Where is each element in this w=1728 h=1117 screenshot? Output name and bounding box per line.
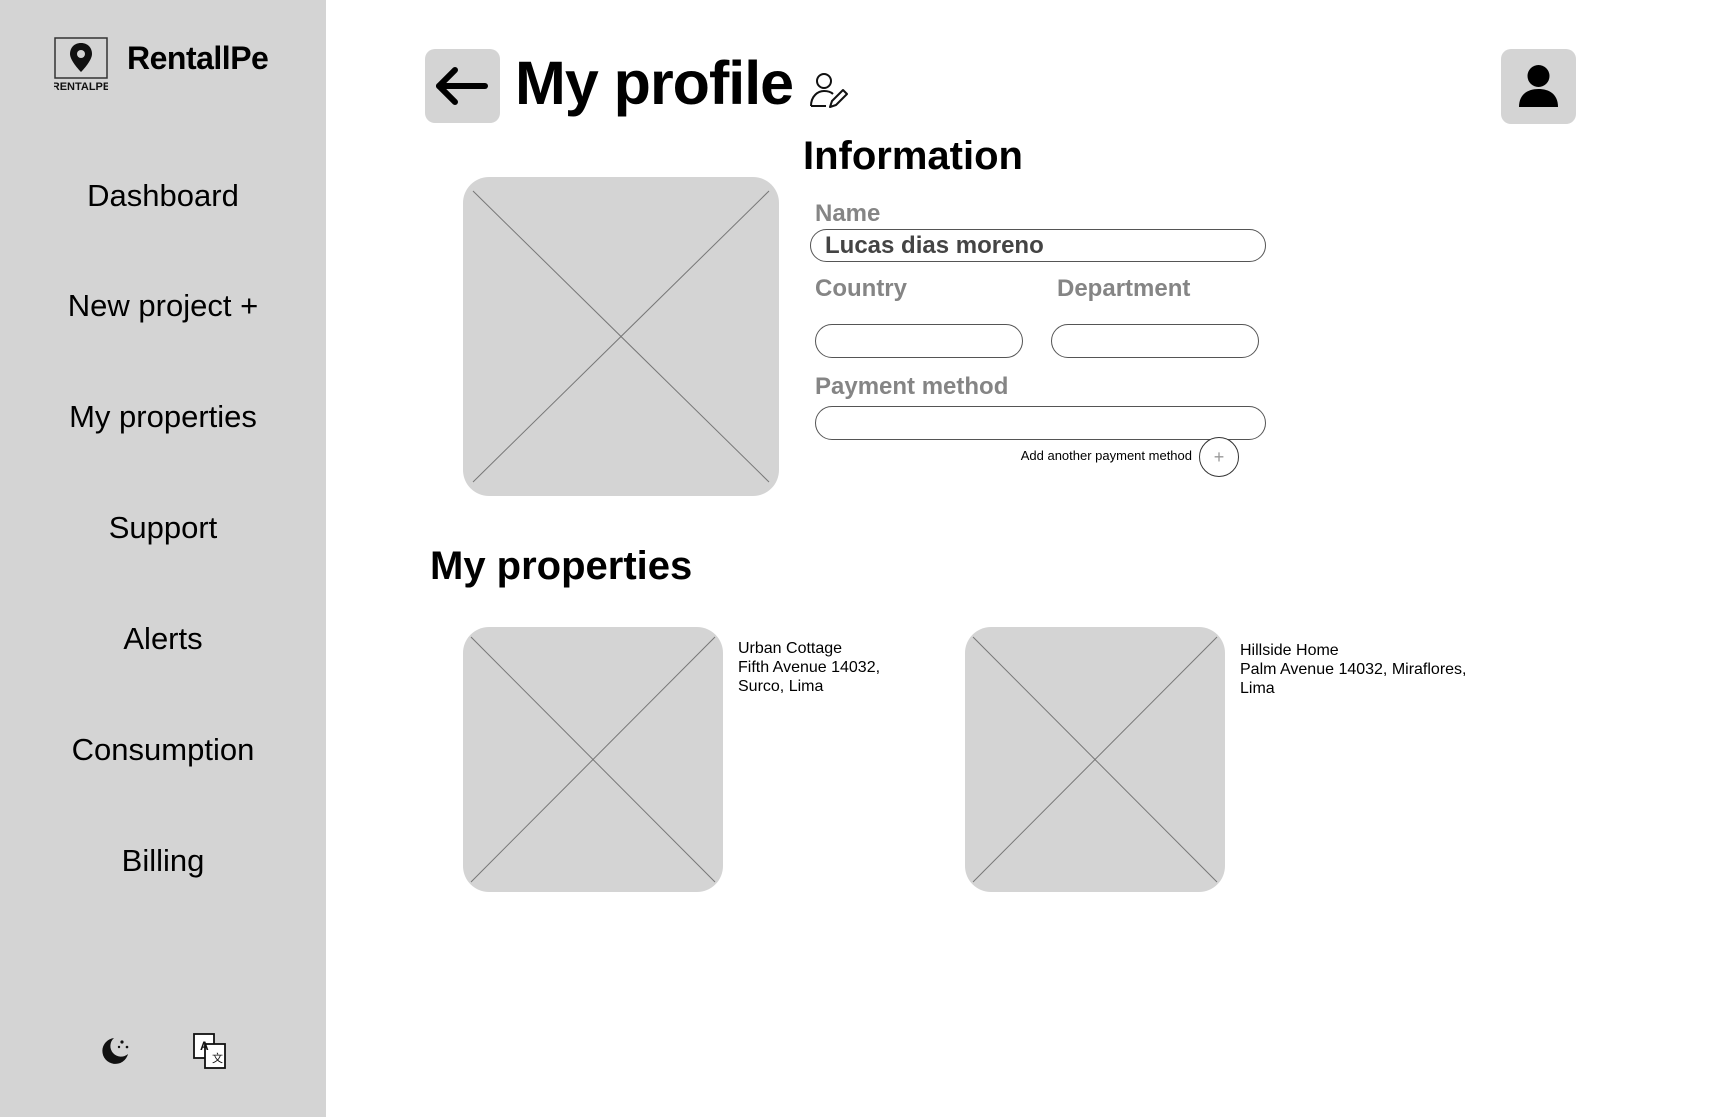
property-card-1[interactable]: Urban Cottage Fifth Avenue 14032, Surco,… [738,639,880,696]
my-properties-heading: My properties [430,544,693,588]
property-card-2[interactable]: Hillside Home Palm Avenue 14032, Miraflo… [1240,641,1467,698]
add-payment-button[interactable]: + [1199,437,1239,477]
brand-name: RentallPe [127,40,269,76]
user-icon [1519,65,1558,107]
property-address: Palm Avenue 14032, Miraflores, [1240,661,1467,678]
sidebar-item-consumption[interactable]: Consumption [0,732,326,768]
country-label: Country [815,275,907,302]
user-avatar-button[interactable] [1501,49,1576,124]
sidebar-item-dashboard[interactable]: Dashboard [0,178,326,214]
sidebar-item-billing[interactable]: Billing [0,843,326,879]
name-label: Name [815,200,881,227]
user-edit-icon[interactable] [808,70,850,112]
property-name: Hillside Home [1240,642,1339,659]
logo-icon: RENTALPE [52,37,110,93]
department-label: Department [1057,275,1191,302]
country-field[interactable] [815,324,1023,358]
sidebar-item-my-properties[interactable]: My properties [0,399,326,435]
svg-text:文: 文 [212,1051,223,1065]
svg-text:A: A [200,1039,209,1053]
arrow-left-icon [436,67,488,105]
back-button[interactable] [425,49,500,123]
sidebar: RENTALPE RentallPe Dashboard New project… [0,0,326,1117]
page-title: My profile [515,49,794,117]
moon-theme-icon[interactable] [97,1033,133,1069]
payment-method-field[interactable] [815,406,1266,440]
property-image-2[interactable] [965,627,1225,892]
property-address: Lima [1240,680,1275,697]
plus-icon: + [1213,446,1225,467]
property-address: Surco, Lima [738,678,824,695]
property-name: Urban Cottage [738,640,843,657]
sidebar-item-support[interactable]: Support [0,510,326,546]
add-payment-label[interactable]: Add another payment method [960,448,1192,463]
property-address: Fifth Avenue 14032, [738,659,881,676]
name-field[interactable] [810,229,1266,262]
property-image-1[interactable] [463,627,723,892]
sidebar-item-new-project[interactable]: New project + [0,288,326,324]
sidebar-item-alerts[interactable]: Alerts [0,621,326,657]
payment-method-label: Payment method [815,373,1009,400]
profile-photo[interactable] [463,177,779,496]
logo-text: RENTALPE [54,81,108,93]
translate-icon[interactable]: A 文 [192,1032,228,1070]
information-heading: Information [803,134,1023,178]
department-field[interactable] [1051,324,1259,358]
